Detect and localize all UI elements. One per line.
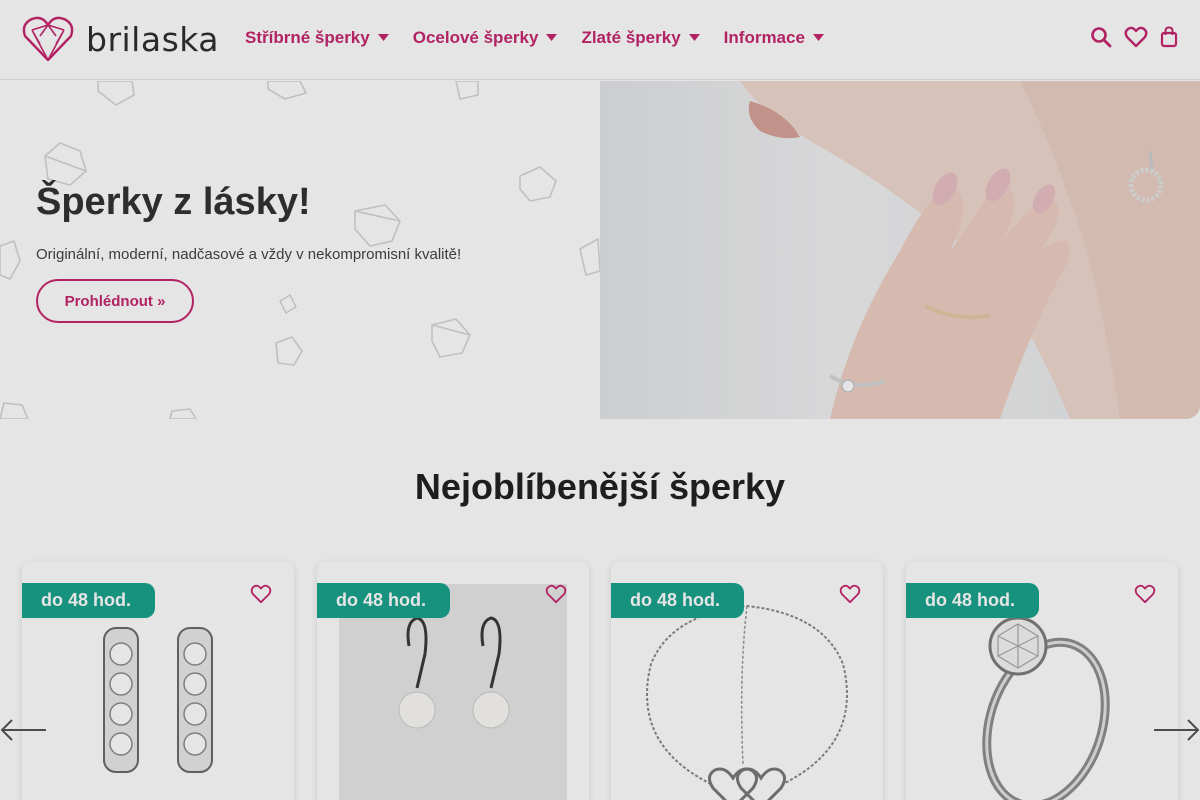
nav-item-label: Zlaté šperky <box>581 28 681 47</box>
wishlist-button[interactable] <box>1124 26 1148 48</box>
delivery-badge: do 48 hod. <box>611 583 744 618</box>
delivery-badge: do 48 hod. <box>906 583 1039 618</box>
hero-title: Šperky z lásky! <box>36 181 311 223</box>
delivery-badge: do 48 hod. <box>22 583 155 618</box>
delivery-badge: do 48 hod. <box>317 583 450 618</box>
hero-photo <box>600 81 1200 419</box>
hero-text: Šperky z lásky! Originální, moderní, nad… <box>36 181 461 263</box>
hero-banner: Šperky z lásky! Originální, moderní, nad… <box>0 81 1200 419</box>
header-actions <box>1078 26 1178 48</box>
arrow-right-icon[interactable] <box>1152 718 1200 742</box>
caret-down-icon <box>812 34 824 41</box>
heart-gem-logo-icon <box>22 16 74 62</box>
caret-down-icon <box>546 34 558 41</box>
site-header: brilaska Stříbrné šperky Ocelové šperky … <box>0 0 1200 80</box>
heart-icon[interactable] <box>545 584 567 604</box>
cart-button[interactable] <box>1160 26 1178 48</box>
product-card[interactable]: do 48 hod. <box>22 562 294 800</box>
caret-down-icon <box>688 34 700 41</box>
shopping-bag-icon <box>1160 26 1178 48</box>
section-title: Nejoblíbenější šperky <box>414 466 786 507</box>
browse-button[interactable]: Prohlédnout » <box>36 279 194 323</box>
product-card[interactable]: do 48 hod. <box>611 562 883 800</box>
caret-down-icon <box>377 34 389 41</box>
hero-subtitle: Originální, moderní, nadčasové a vždy v … <box>36 246 462 263</box>
nav-item-informace[interactable]: Informace <box>724 28 824 48</box>
heart-icon[interactable] <box>839 584 861 604</box>
nav-item-stribrne[interactable]: Stříbrné šperky <box>245 28 389 48</box>
search-button[interactable] <box>1090 26 1112 48</box>
nav-item-label: Informace <box>723 28 805 47</box>
nav-item-zlate[interactable]: Zlaté šperky <box>581 28 700 48</box>
nav-item-ocelove[interactable]: Ocelové šperky <box>413 28 558 48</box>
brand-logo[interactable]: brilaska <box>22 16 219 62</box>
heart-icon[interactable] <box>250 584 272 604</box>
nav-item-label: Ocelové šperky <box>412 28 539 47</box>
heart-icon <box>1124 26 1148 48</box>
brand-name: brilaska <box>86 19 220 59</box>
main-nav: Stříbrné šperky Ocelové šperky Zlaté špe… <box>245 28 848 48</box>
product-card[interactable]: do 48 hod. <box>317 562 589 800</box>
search-icon <box>1091 27 1112 48</box>
product-card[interactable]: do 48 hod. <box>906 562 1178 800</box>
nav-item-label: Stříbrné šperky <box>245 28 370 47</box>
arrow-left-icon[interactable] <box>0 718 48 742</box>
model-photo-illustration <box>740 81 1200 419</box>
heart-icon[interactable] <box>1134 584 1156 604</box>
